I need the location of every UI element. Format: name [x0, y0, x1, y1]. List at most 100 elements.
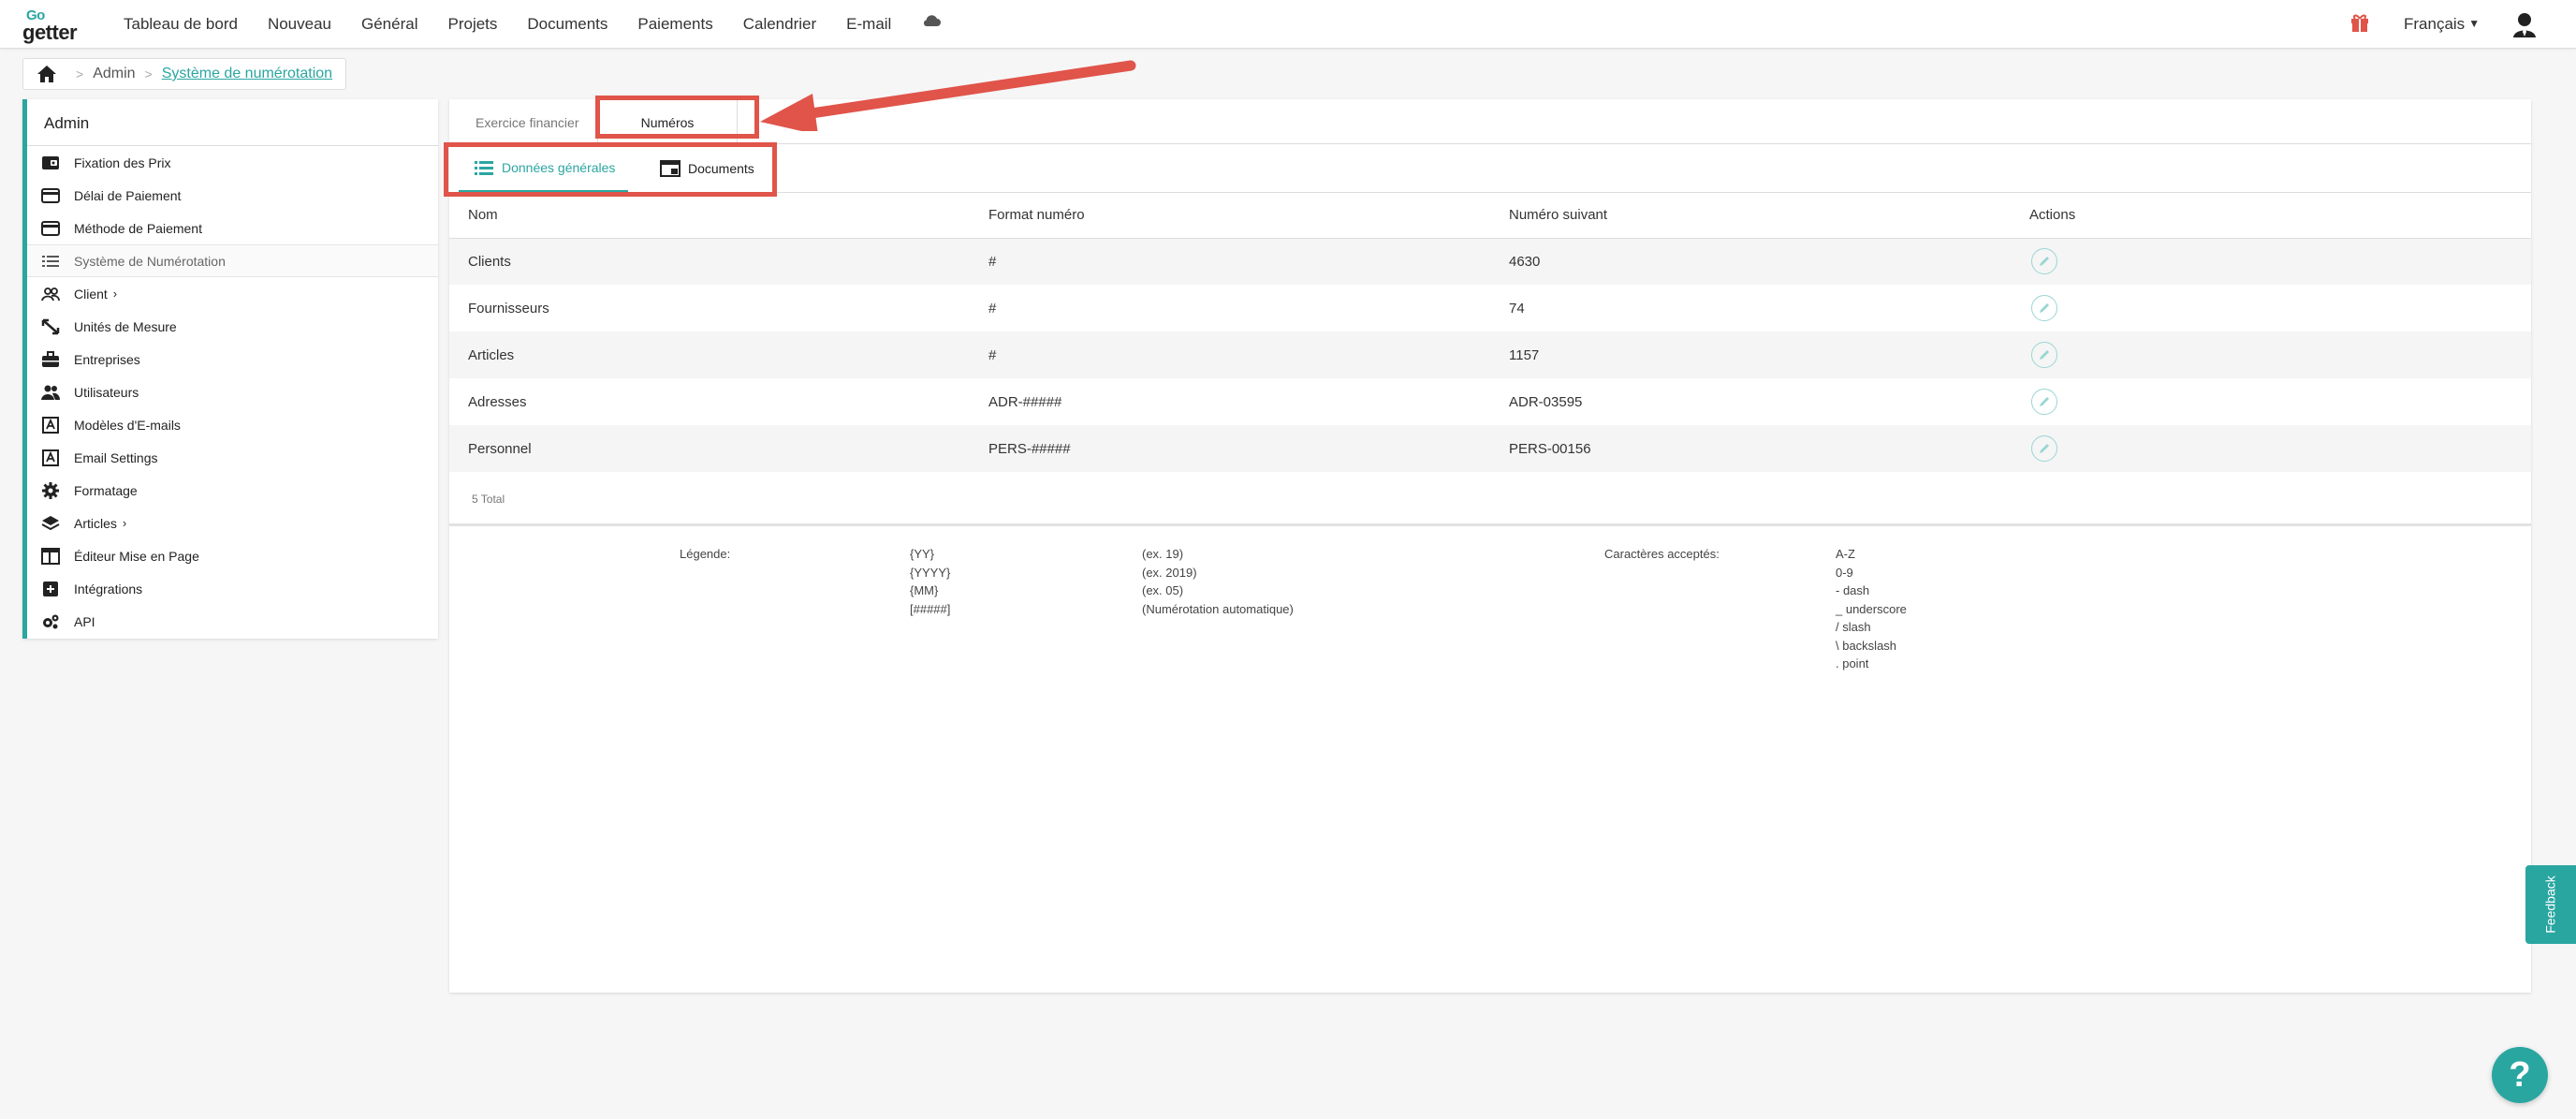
sidebar-item-label: API — [74, 613, 95, 629]
sidebar-item-label: Articles — [74, 515, 117, 531]
cell-name: Articles — [449, 331, 970, 378]
sidebar-item-label: Email Settings — [74, 449, 158, 465]
feedback-tab[interactable]: Feedback — [2525, 865, 2576, 944]
home-icon[interactable] — [37, 65, 57, 83]
chevron-right-icon: › — [112, 287, 118, 301]
accepted-char: A-Z — [1836, 547, 1855, 561]
legend-token: {YY} — [910, 547, 935, 561]
sidebar-item-formatting[interactable]: Formatage — [27, 474, 438, 507]
sidebar-item-units[interactable]: Unités de Mesure — [27, 310, 438, 343]
accepted-char: 0-9 — [1836, 565, 1853, 580]
sidebar-item-label: Système de Numérotation — [74, 253, 226, 269]
email-template-icon — [40, 416, 61, 434]
help-button[interactable]: ? — [2492, 1047, 2548, 1103]
sidebar-title: Admin — [27, 99, 438, 146]
nav-dashboard[interactable]: Tableau de bord — [124, 15, 238, 34]
user-account-icon[interactable] — [2512, 11, 2537, 37]
table-row: Clients # 4630 — [449, 238, 2531, 285]
nav-new[interactable]: Nouveau — [268, 15, 331, 34]
nav-email[interactable]: E-mail — [846, 15, 891, 34]
credit-card-icon — [40, 187, 61, 204]
sidebar-item-label: Entreprises — [74, 351, 140, 367]
cell-next: 74 — [1509, 300, 1525, 317]
cell-actions — [2011, 238, 2531, 285]
edit-button[interactable] — [2031, 389, 2057, 415]
edit-button[interactable] — [2031, 295, 2057, 321]
list-icon — [475, 160, 493, 175]
sidebar-item-label: Client — [74, 286, 108, 302]
sidebar-item-label: Unités de Mesure — [74, 318, 177, 334]
nav-projects[interactable]: Projets — [447, 15, 497, 34]
sidebar-item-users[interactable]: Utilisateurs — [27, 375, 438, 408]
edit-button[interactable] — [2031, 342, 2057, 368]
col-name[interactable]: Nom — [449, 193, 970, 239]
pencil-icon — [2040, 257, 2049, 267]
annotation-arrow — [760, 60, 1136, 131]
cell-actions — [2011, 285, 2531, 331]
sidebar-item-client[interactable]: Client › — [27, 277, 438, 310]
sidebar-item-label: Délai de Paiement — [74, 187, 182, 203]
sidebar-item-articles[interactable]: Articles › — [27, 507, 438, 539]
layout-icon — [40, 547, 61, 565]
cell-actions — [2011, 425, 2531, 472]
accepted-characters: A-Z 0-9 - dash _ underscore / slash \ ba… — [1836, 545, 1907, 673]
nav-payments[interactable]: Paiements — [637, 15, 712, 34]
legend-token: [#####] — [910, 601, 951, 616]
tab-documents-label: Documents — [688, 161, 754, 176]
nav-calendar[interactable]: Calendrier — [743, 15, 816, 34]
sidebar-item-label: Méthode de Paiement — [74, 220, 202, 236]
sidebar-item-payment-terms[interactable]: Délai de Paiement — [27, 179, 438, 212]
feedback-label: Feedback — [2543, 876, 2559, 934]
credit-card-icon — [40, 220, 61, 237]
gift-icon[interactable] — [2349, 12, 2370, 33]
col-next-number[interactable]: Numéro suivant — [1490, 193, 2011, 239]
cell-name: Adresses — [468, 393, 527, 410]
cell-format: # — [970, 331, 1490, 378]
sidebar-item-numbering[interactable]: Système de Numérotation — [27, 244, 438, 277]
edit-button[interactable] — [2031, 435, 2057, 462]
col-format[interactable]: Format numéro — [970, 193, 1490, 239]
plus-box-icon — [40, 581, 61, 597]
sidebar-item-pricing[interactable]: Fixation des Prix — [27, 146, 438, 179]
sidebar-item-companies[interactable]: Entreprises — [27, 343, 438, 375]
edit-button[interactable] — [2031, 248, 2057, 275]
accepted-char: . point — [1836, 656, 1869, 670]
gears-icon — [40, 613, 61, 630]
logo[interactable]: Go getter — [22, 7, 94, 44]
sidebar-item-layout-editor[interactable]: Éditeur Mise en Page — [27, 539, 438, 572]
legend-token: {YYYY} — [910, 565, 951, 580]
cell-next: 4630 — [1490, 238, 2011, 285]
sidebar-item-integrations[interactable]: Intégrations — [27, 572, 438, 605]
list-icon — [40, 253, 61, 270]
cell-format: ADR-##### — [988, 393, 1062, 410]
question-mark-icon: ? — [2509, 1054, 2531, 1095]
sidebar-item-label: Utilisateurs — [74, 384, 139, 400]
cloud-icon[interactable] — [921, 11, 942, 33]
legend-example: (Numérotation automatique) — [1142, 601, 1294, 616]
accepted-char: _ underscore — [1836, 601, 1907, 616]
pencil-icon — [2040, 444, 2049, 453]
nav-documents[interactable]: Documents — [527, 15, 607, 34]
sidebar-item-payment-method[interactable]: Méthode de Paiement — [27, 212, 438, 244]
sidebar-item-label: Intégrations — [74, 581, 143, 596]
tab-numbers[interactable]: Numéros — [597, 99, 738, 145]
cell-next: PERS-00156 — [1490, 425, 2011, 472]
tab-general-data[interactable]: Données générales — [459, 144, 629, 193]
tab-documents[interactable]: Documents — [660, 144, 754, 193]
sidebar-item-email-settings[interactable]: Email Settings — [27, 441, 438, 474]
language-selector[interactable]: Français ▼ — [2404, 15, 2480, 34]
sidebar-item-api[interactable]: API — [27, 605, 438, 638]
layers-icon — [40, 515, 61, 532]
pencil-icon — [2040, 397, 2049, 406]
accepted-char: - dash — [1836, 583, 1870, 597]
pencil-icon — [2040, 350, 2049, 360]
breadcrumb-numbering[interactable]: Système de numérotation — [162, 66, 332, 82]
document-window-icon — [660, 160, 681, 177]
chevron-right-icon: > — [76, 66, 84, 81]
breadcrumb-admin[interactable]: Admin — [93, 66, 135, 82]
sidebar-item-email-templates[interactable]: Modèles d'E-mails — [27, 408, 438, 441]
tab-fiscal-year[interactable]: Exercice financier — [476, 99, 579, 144]
nav-general[interactable]: Général — [361, 15, 417, 34]
admin-sidebar: Admin Fixation des Prix Délai de Paiemen… — [22, 99, 438, 639]
users-icon — [40, 286, 61, 302]
